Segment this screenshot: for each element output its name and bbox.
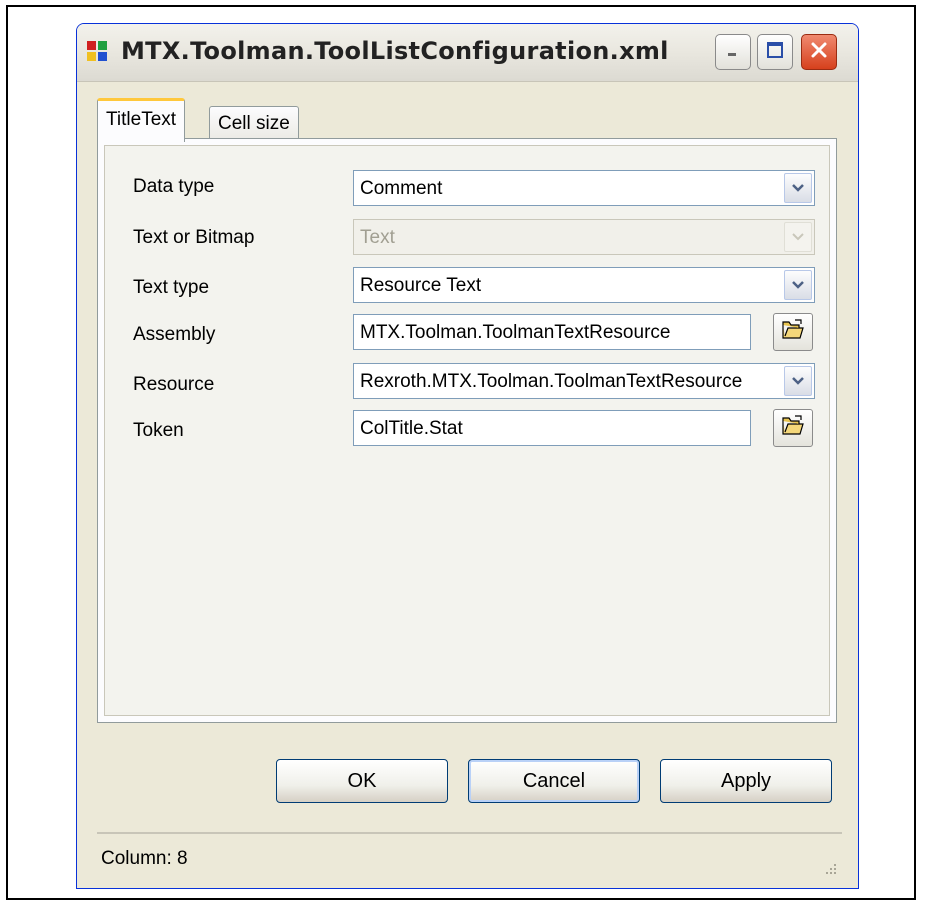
- minimize-button[interactable]: [715, 34, 751, 70]
- tab-label: TitleText: [106, 109, 177, 130]
- assembly-input[interactable]: MTX.Toolman.ToolmanTextResource: [353, 314, 751, 350]
- token-browse-button[interactable]: [773, 409, 813, 447]
- token-input[interactable]: ColTitle.Stat: [353, 410, 751, 446]
- resource-select[interactable]: Rexroth.MTX.Toolman.ToolmanTextResource: [353, 363, 815, 399]
- status-bar: Column: 8: [97, 832, 842, 884]
- chevron-down-icon: [784, 222, 812, 252]
- ok-button[interactable]: OK: [276, 759, 448, 803]
- data-type-label: Data type: [133, 176, 215, 197]
- resource-value: Rexroth.MTX.Toolman.ToolmanTextResource: [360, 371, 743, 392]
- data-type-select[interactable]: Comment: [353, 170, 815, 206]
- token-value: ColTitle.Stat: [360, 418, 463, 439]
- tab-panel: Data type Comment Text or Bitmap Text Te…: [97, 138, 837, 723]
- text-type-value: Resource Text: [360, 275, 482, 296]
- tab-panel-content: Data type Comment Text or Bitmap Text Te…: [104, 145, 830, 716]
- minimize-icon: [725, 42, 741, 63]
- maximize-button[interactable]: [757, 34, 793, 70]
- close-icon: [809, 40, 829, 65]
- token-label: Token: [133, 420, 184, 441]
- close-button[interactable]: [801, 34, 837, 70]
- tab-titletext[interactable]: TitleText: [97, 98, 186, 142]
- title-bar[interactable]: MTX.Toolman.ToolListConfiguration.xml: [77, 24, 858, 82]
- data-type-value: Comment: [360, 178, 443, 199]
- chevron-down-icon[interactable]: [784, 173, 812, 203]
- cancel-button[interactable]: Cancel: [468, 759, 640, 803]
- open-folder-icon: [781, 414, 805, 442]
- status-text: Column: 8: [101, 848, 188, 869]
- text-or-bitmap-label: Text or Bitmap: [133, 227, 255, 248]
- text-type-select[interactable]: Resource Text: [353, 267, 815, 303]
- text-or-bitmap-value: Text: [360, 227, 395, 248]
- tab-cell-size[interactable]: Cell size: [209, 106, 299, 140]
- chevron-down-icon[interactable]: [784, 270, 812, 300]
- apply-button[interactable]: Apply: [660, 759, 832, 803]
- chevron-down-icon[interactable]: [784, 366, 812, 396]
- maximize-icon: [765, 40, 785, 65]
- window-title: MTX.Toolman.ToolListConfiguration.xml: [121, 37, 669, 65]
- assembly-browse-button[interactable]: [773, 313, 813, 351]
- text-or-bitmap-select: Text: [353, 219, 815, 255]
- open-folder-icon: [781, 318, 805, 346]
- resource-label: Resource: [133, 374, 215, 395]
- text-type-label: Text type: [133, 277, 210, 298]
- dialog-window: MTX.Toolman.ToolListConfiguration.xml Ti…: [76, 23, 859, 889]
- assembly-label: Assembly: [133, 324, 216, 345]
- tab-label: Cell size: [218, 113, 290, 134]
- app-window-icon: [85, 37, 113, 65]
- resize-grip-icon[interactable]: [820, 860, 838, 878]
- tab-strip: TitleText Cell size: [97, 98, 837, 142]
- assembly-value: MTX.Toolman.ToolmanTextResource: [360, 322, 671, 343]
